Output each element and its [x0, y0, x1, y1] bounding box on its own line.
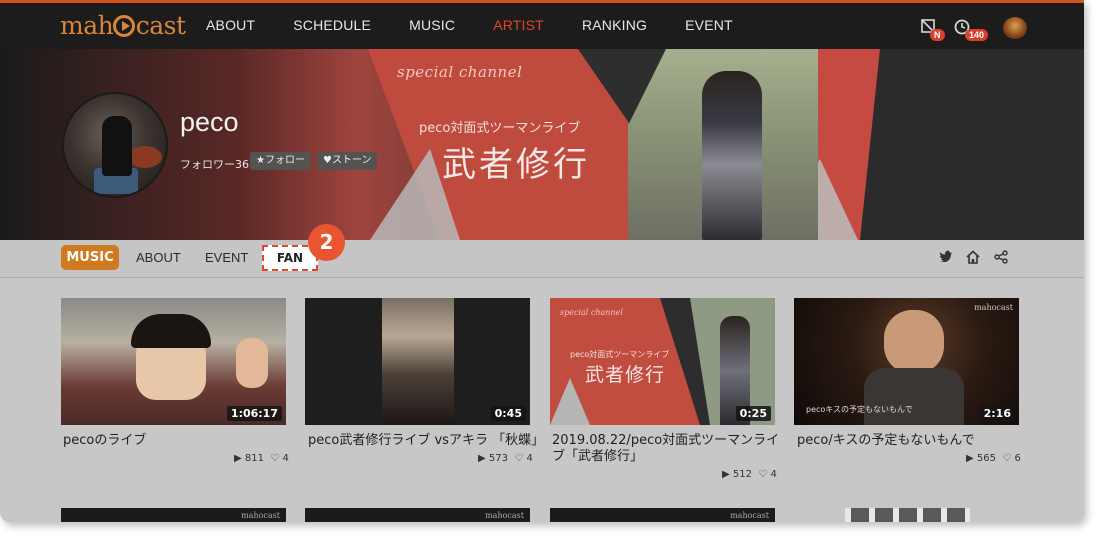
- banner-title: 武者修行: [442, 145, 590, 185]
- tab-music[interactable]: MUSIC: [61, 245, 119, 270]
- nav-ranking[interactable]: RANKING: [582, 17, 647, 33]
- notification-badge: N: [930, 29, 945, 41]
- nav-artist[interactable]: ARTIST: [493, 17, 544, 33]
- thumb-special-channel: special channel: [560, 308, 623, 317]
- video-duration: 0:45: [490, 406, 526, 421]
- artist-name: peco: [180, 107, 239, 137]
- artist-tabs: MUSIC ABOUT EVENT FAN: [0, 240, 1084, 278]
- play-count: 573: [488, 453, 508, 464]
- watermark: mahocast: [974, 303, 1013, 312]
- tab-event[interactable]: EVENT: [205, 250, 248, 265]
- like-count: 4: [282, 453, 289, 464]
- video-thumbnail-7[interactable]: mahocast: [550, 508, 775, 522]
- video-thumbnail-3[interactable]: special channel peco対面式ツーマンライブ 武者修行 0:25: [550, 298, 775, 425]
- video-duration: 0:25: [735, 406, 771, 421]
- video-duration: 2:16: [979, 406, 1015, 421]
- artist-hero-banner: peco フォロワー36 ★フォロー ♥ストーン special channel…: [0, 49, 1084, 240]
- banner-artist-photo: [628, 49, 818, 240]
- like-count: 4: [526, 453, 533, 464]
- share-icon[interactable]: [994, 250, 1008, 268]
- follow-button[interactable]: ★フォロー: [250, 152, 311, 170]
- watermark: mahocast: [241, 511, 280, 520]
- banner-special-channel: special channel: [397, 63, 523, 81]
- stone-button[interactable]: ♥ストーン: [317, 152, 378, 170]
- user-avatar[interactable]: [1003, 17, 1027, 39]
- video-thumbnail-1[interactable]: 1:06:17: [61, 298, 286, 425]
- thumb-subtitle: peco対面式ツーマンライブ: [570, 350, 670, 359]
- history-badge: 140: [965, 29, 989, 41]
- video-title-2[interactable]: peco武者修行ライブ vsアキラ 「秋蝶」: [308, 433, 544, 449]
- tab-about[interactable]: ABOUT: [136, 250, 181, 265]
- main-nav: ABOUT SCHEDULE MUSIC ARTIST RANKING EVEN…: [206, 17, 771, 33]
- nav-about[interactable]: ABOUT: [206, 17, 255, 33]
- watermark: mahocast: [730, 511, 769, 520]
- thumb-caption: pecoキスの予定もないもんで: [806, 405, 913, 414]
- video-stats-2: ▶ 573 ♡ 4: [478, 453, 533, 464]
- nav-event[interactable]: EVENT: [685, 17, 733, 33]
- nav-schedule[interactable]: SCHEDULE: [293, 17, 371, 33]
- video-title-4[interactable]: peco/キスの予定もないもんで: [797, 433, 1032, 449]
- step-number-badge: 2: [308, 224, 345, 261]
- video-duration: 1:06:17: [226, 406, 282, 421]
- video-thumbnail-2[interactable]: 0:45: [305, 298, 530, 425]
- top-navigation: mah cast ABOUT SCHEDULE MUSIC ARTIST RANK…: [0, 0, 1084, 49]
- video-stats-4: ▶ 565 ♡ 6: [966, 453, 1021, 464]
- video-thumbnail-5[interactable]: mahocast: [61, 508, 286, 522]
- like-count: 6: [1014, 453, 1021, 464]
- mahocast-logo[interactable]: mah cast: [60, 11, 186, 40]
- video-stats-3: ▶ 512 ♡ 4: [722, 469, 777, 480]
- video-stats-1: ▶ 811 ♡ 4: [234, 453, 289, 464]
- artist-profile-photo: [62, 92, 168, 198]
- video-title-1[interactable]: pecoのライブ: [63, 433, 298, 449]
- play-count: 565: [976, 453, 996, 464]
- nav-music[interactable]: MUSIC: [409, 17, 455, 33]
- watermark: mahocast: [485, 511, 524, 520]
- play-count: 512: [732, 469, 752, 480]
- home-icon[interactable]: [966, 250, 980, 268]
- video-thumbnail-6[interactable]: mahocast: [305, 508, 530, 522]
- play-count: 811: [244, 453, 264, 464]
- video-thumbnail-8[interactable]: [845, 508, 970, 522]
- like-count: 4: [770, 469, 777, 480]
- follower-count: フォロワー36: [180, 158, 249, 171]
- thumb-title: 武者修行: [585, 364, 666, 386]
- twitter-icon[interactable]: [939, 250, 953, 266]
- video-title-3[interactable]: 2019.08.22/peco対面式ツーマンライブ「武者修行」: [552, 433, 784, 465]
- banner-subtitle: peco対面式ツーマンライブ: [419, 121, 581, 136]
- app-window: mah cast ABOUT SCHEDULE MUSIC ARTIST RANK…: [0, 0, 1084, 522]
- video-thumbnail-4[interactable]: mahocast pecoキスの予定もないもんで 2:16: [794, 298, 1019, 425]
